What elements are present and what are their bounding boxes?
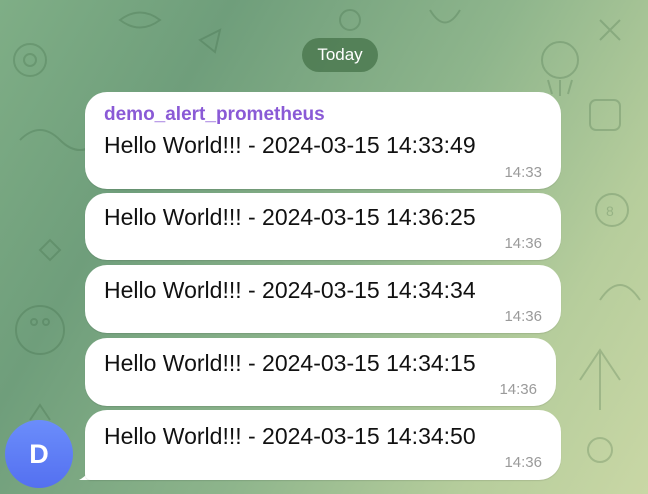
message-bubble[interactable]: Hello World!!! - 2024-03-15 14:36:25 14:… [85, 193, 561, 260]
message-time: 14:36 [504, 454, 542, 471]
message-bubble[interactable]: Hello World!!! - 2024-03-15 14:34:34 14:… [85, 265, 561, 333]
message-bubble[interactable]: Hello World!!! - 2024-03-15 14:34:50 14:… [85, 410, 561, 480]
message-bubble[interactable]: demo_alert_prometheus Hello World!!! - 2… [85, 92, 561, 189]
date-separator: Today [302, 38, 378, 72]
message-time: 14:36 [504, 308, 542, 325]
message-text: Hello World!!! - 2024-03-15 14:33:49 [104, 132, 476, 158]
message-time: 14:33 [504, 164, 542, 181]
message-time: 14:36 [504, 235, 542, 252]
message-bubble[interactable]: Hello World!!! - 2024-03-15 14:34:15 14:… [85, 338, 556, 406]
avatar[interactable]: D [5, 420, 73, 488]
svg-text:8: 8 [606, 203, 614, 219]
message-text: Hello World!!! - 2024-03-15 14:34:50 [104, 423, 476, 449]
message-time: 14:36 [499, 381, 537, 398]
message-text: Hello World!!! - 2024-03-15 14:34:15 [104, 350, 476, 376]
sender-name[interactable]: demo_alert_prometheus [104, 104, 325, 126]
message-text: Hello World!!! - 2024-03-15 14:36:25 [104, 204, 476, 230]
message-text: Hello World!!! - 2024-03-15 14:34:34 [104, 277, 476, 303]
